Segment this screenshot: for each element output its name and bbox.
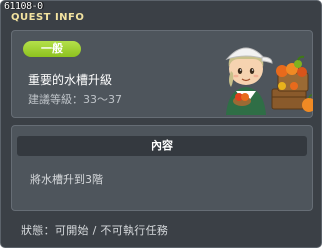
quest-info-window: 61108-0 QUEST INFO 一般 重要的水槽升級 建議等級：33～37 [0,0,322,248]
quest-name: 重要的水槽升級 [28,73,113,87]
quest-id: 61108-0 [4,1,43,12]
window-title: QUEST INFO [11,12,85,23]
content-header: 內容 [17,136,307,156]
level-requirement: 建議等級：33～37 [28,93,122,106]
farmer-npc-icon [225,47,313,115]
quest-summary-panel: 一般 重要的水槽升級 建議等級：33～37 [11,30,313,118]
content-description: 將水槽升到3階 [30,173,103,186]
quest-status: 狀態：可開始 / 不可執行任務 [21,224,169,237]
quest-content-panel: 內容 將水槽升到3階 [11,125,313,211]
category-badge: 一般 [23,41,81,57]
